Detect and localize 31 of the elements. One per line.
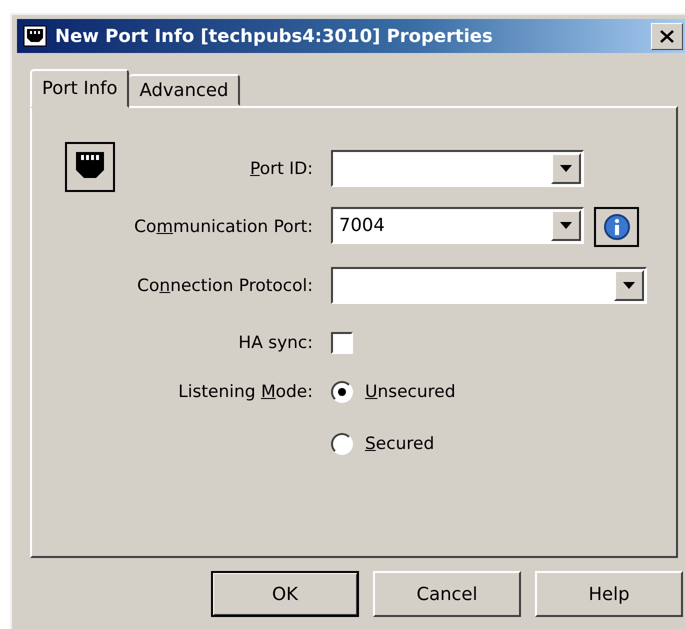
dropdown-field[interactable] (331, 150, 584, 187)
checkbox[interactable] (331, 332, 353, 354)
dropdown-button[interactable] (551, 210, 581, 241)
info-button[interactable] (594, 207, 639, 247)
close-icon (660, 30, 674, 42)
network-port-icon (65, 142, 115, 192)
dropdown-arrow-icon (560, 165, 572, 172)
dropdown-button[interactable] (614, 270, 644, 301)
info-icon (602, 213, 630, 241)
field-label: Port ID: (250, 158, 313, 178)
dropdown-field[interactable] (331, 267, 647, 304)
dropdown-arrow-icon (560, 222, 572, 229)
dialog-button[interactable]: Help (535, 571, 683, 617)
tab[interactable]: Port Info (30, 69, 130, 108)
dropdown-button[interactable] (551, 153, 581, 184)
window-title: New Port Info [techpubs4:3010] Properties (55, 26, 494, 46)
field-label: Connection Protocol: (137, 276, 313, 296)
dialog-button[interactable]: OK (211, 571, 359, 617)
dropdown-field[interactable]: 7004 (331, 207, 584, 244)
close-button[interactable] (651, 22, 683, 50)
radio-button[interactable] (331, 381, 353, 403)
radio-label[interactable]: Secured (365, 434, 434, 454)
radio-label[interactable]: Unsecured (365, 382, 456, 402)
network-port-icon (23, 25, 47, 47)
dropdown-arrow-icon (623, 282, 635, 289)
field-label: Listening Mode: (178, 382, 313, 402)
field-label: HA sync: (238, 332, 313, 352)
tab[interactable]: Advanced (129, 74, 240, 106)
field-label: Communication Port: (134, 217, 313, 237)
radio-button[interactable] (331, 433, 353, 455)
dialog-button[interactable]: Cancel (373, 571, 521, 617)
